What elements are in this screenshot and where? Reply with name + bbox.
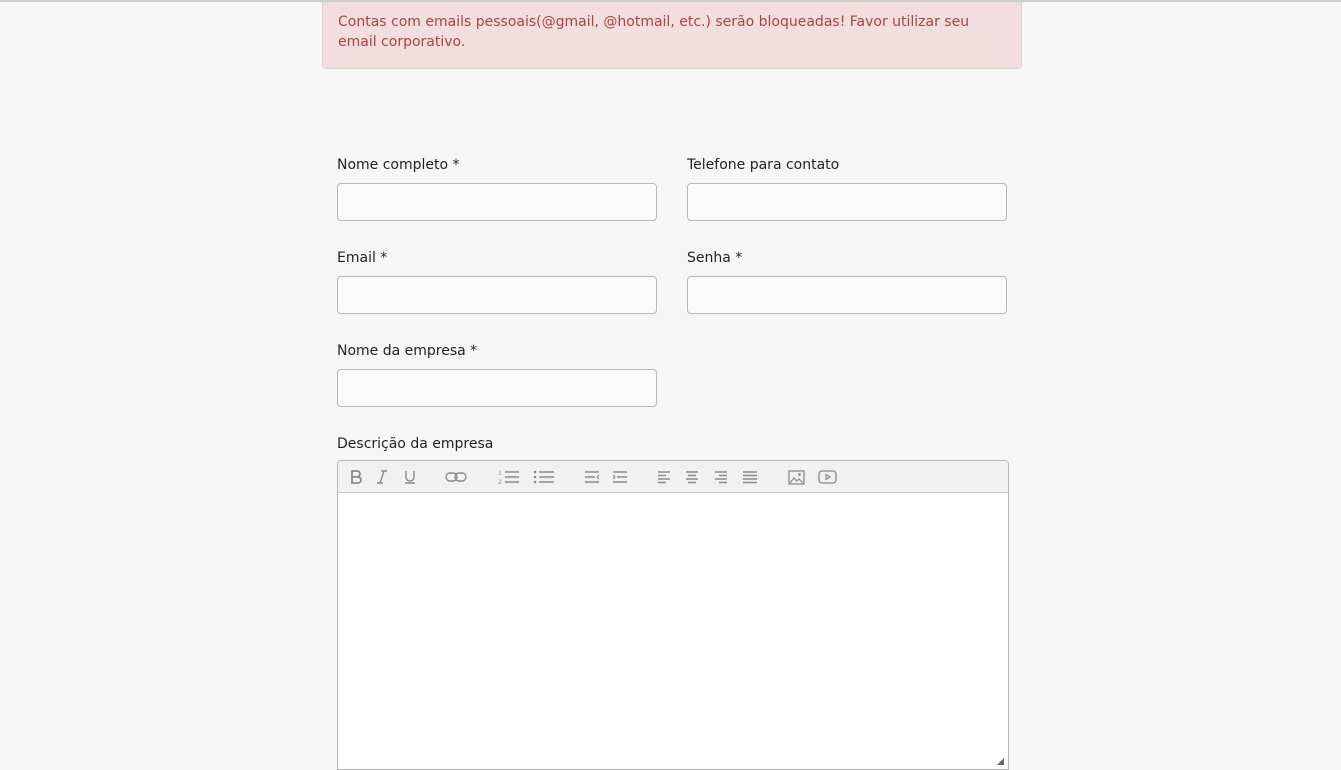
company-name-label: Nome da empresa * (337, 343, 478, 359)
phone-input[interactable] (687, 183, 1007, 221)
editor-toolbar: 12 (338, 461, 1008, 493)
password-input[interactable] (687, 276, 1007, 314)
full-name-input[interactable] (337, 183, 657, 221)
underline-icon[interactable] (402, 467, 418, 487)
warning-text: Contas com emails pessoais(@gmail, @hotm… (338, 14, 970, 50)
align-justify-icon[interactable] (741, 467, 759, 487)
link-icon[interactable] (444, 467, 468, 487)
image-icon[interactable] (787, 467, 805, 487)
email-label: Email * (337, 250, 388, 266)
unordered-list-icon[interactable] (533, 467, 555, 487)
svg-text:1: 1 (498, 470, 502, 477)
password-label: Senha * (687, 250, 743, 266)
company-description-editor: 12 (337, 460, 1009, 770)
svg-text:2: 2 (498, 479, 502, 485)
full-name-group: Nome completo * (337, 156, 657, 221)
resize-handle[interactable] (997, 758, 1004, 765)
personal-email-warning: Contas com emails pessoais(@gmail, @hotm… (322, 2, 1022, 69)
align-center-icon[interactable] (684, 467, 700, 487)
indent-icon[interactable] (611, 467, 629, 487)
company-description-label: Descrição da empresa (337, 436, 494, 452)
signup-form: Contas com emails pessoais(@gmail, @hotm… (322, 2, 1022, 770)
password-group: Senha * (687, 249, 1007, 314)
video-icon[interactable] (817, 467, 837, 487)
outdent-icon[interactable] (583, 467, 601, 487)
full-name-label: Nome completo * (337, 157, 460, 173)
email-input[interactable] (337, 276, 657, 314)
align-left-icon[interactable] (656, 467, 672, 487)
email-group: Email * (337, 249, 657, 314)
align-right-icon[interactable] (713, 467, 729, 487)
phone-label: Telefone para contato (687, 157, 840, 173)
ordered-list-icon[interactable]: 12 (498, 467, 520, 487)
editor-content-area[interactable] (338, 493, 1008, 769)
italic-icon[interactable] (374, 467, 390, 487)
company-name-input[interactable] (337, 369, 657, 407)
phone-group: Telefone para contato (687, 156, 1007, 221)
company-name-group: Nome da empresa * (337, 342, 657, 407)
bold-icon[interactable] (348, 467, 364, 487)
